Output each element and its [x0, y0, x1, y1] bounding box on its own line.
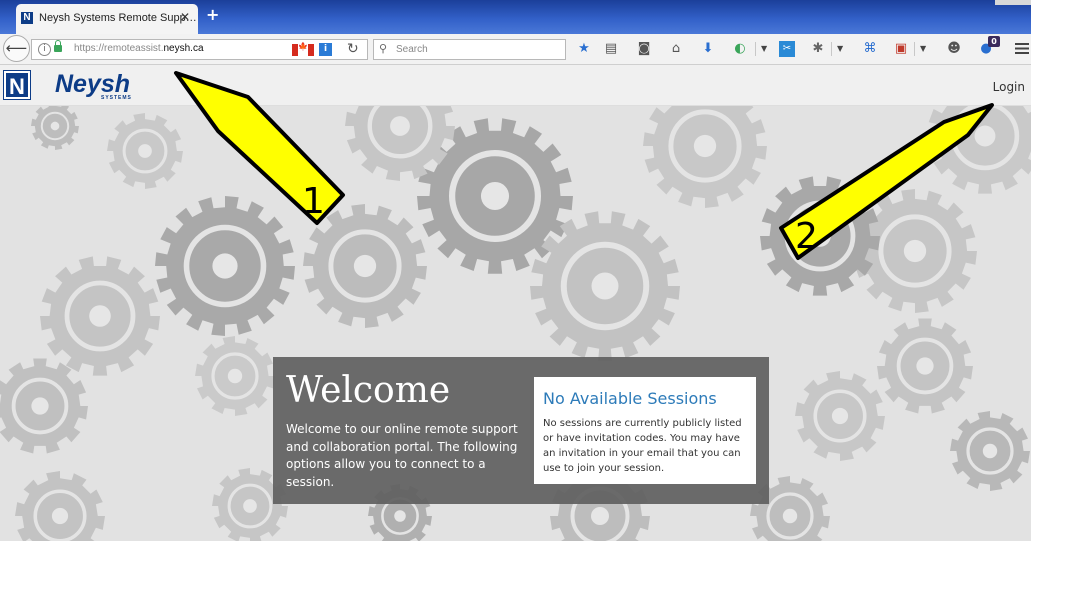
gear-icon [155, 196, 295, 336]
welcome-text: Welcome to our online remote support and… [286, 422, 518, 489]
sessions-card: No Available Sessions No sessions are cu… [534, 377, 756, 484]
reading-list-icon[interactable]: ▤ [603, 41, 619, 57]
chat-icon[interactable]: ☻ [946, 41, 962, 57]
window-controls [995, 0, 1031, 5]
url-text[interactable]: https://remoteassist.neysh.ca [74, 43, 204, 54]
browser-tab[interactable]: N Neysh Systems Remote Supp… ✕ [16, 4, 198, 34]
search-placeholder: Search [396, 44, 428, 55]
toolbar-separator [755, 42, 756, 56]
reload-icon[interactable]: ↻ [347, 41, 359, 57]
search-icon: ⚲ [379, 42, 388, 55]
navigation-toolbar: ⟵ i https://remoteassist.neysh.ca i ↻ ⚲ … [0, 34, 1031, 65]
chevron-down-icon[interactable]: ▼ [761, 41, 767, 57]
canada-flag-icon[interactable] [292, 42, 314, 56]
home-icon[interactable]: ⌂ [668, 41, 684, 57]
menu-icon[interactable] [1015, 43, 1029, 54]
download-icon[interactable]: ⬇ [700, 41, 716, 57]
gear-icon [950, 411, 1030, 491]
gear-icon [0, 358, 88, 454]
login-link[interactable]: Login [993, 80, 1025, 94]
translate-icon[interactable]: ◐ [732, 41, 748, 57]
gear-icon [303, 204, 427, 328]
back-button[interactable]: ⟵ [3, 35, 30, 62]
gear-icon [853, 189, 977, 313]
gear-icon [530, 211, 680, 361]
notification-count-badge: 0 [988, 36, 1000, 47]
gear-icon [107, 113, 183, 189]
url-host: neysh.ca [163, 43, 204, 54]
browser-window: N Neysh Systems Remote Supp… ✕ + ⟵ i htt… [0, 0, 1031, 541]
chevron-down-icon[interactable]: ▼ [837, 41, 843, 57]
welcome-panel: Welcome Welcome to our online remote sup… [273, 357, 769, 504]
search-box[interactable]: ⚲ Search [373, 39, 566, 60]
gear-icon [195, 336, 275, 416]
url-prefix: https://remoteassist. [74, 43, 164, 54]
sessions-title: No Available Sessions [543, 389, 717, 408]
screenshot-icon[interactable]: ✂ [779, 41, 795, 57]
gear-icon [643, 106, 767, 208]
site-info-icon[interactable]: i [38, 43, 51, 56]
logo-subtitle: SYSTEMS [101, 95, 132, 101]
gear-icon [877, 318, 973, 414]
container-icon[interactable]: ▣ [893, 41, 909, 57]
pocket-icon[interactable]: ◙ [636, 41, 652, 57]
page-content: Welcome Welcome to our online remote sup… [0, 106, 1031, 541]
gear-icon [927, 106, 1031, 194]
tab-title: Neysh Systems Remote Supp… [39, 12, 197, 24]
toolbar-separator [831, 42, 832, 56]
bookmark-star-icon[interactable]: ★ [576, 41, 592, 57]
secure-lock-icon [54, 40, 62, 52]
address-bar[interactable]: i https://remoteassist.neysh.ca i ↻ [31, 39, 368, 60]
sessions-text: No sessions are currently publicly liste… [543, 418, 742, 474]
gear-icon [15, 471, 105, 541]
welcome-title: Welcome [286, 370, 451, 411]
site-header: N Neysh SYSTEMS Login [0, 65, 1031, 106]
chevron-down-icon[interactable]: ▼ [920, 41, 926, 57]
new-tab-button[interactable]: + [206, 5, 219, 24]
logo-mark[interactable]: N [3, 70, 31, 100]
toolbar-separator [914, 42, 915, 56]
tab-bar: N Neysh Systems Remote Supp… ✕ + [0, 0, 1031, 34]
site-favicon-icon: N [21, 12, 33, 24]
extension-icon[interactable]: ✱ [810, 41, 826, 57]
gear-icon [31, 106, 79, 150]
gear-icon [40, 256, 160, 376]
gear-icon [795, 371, 885, 461]
gear-icon [760, 176, 880, 296]
addon-info-icon[interactable]: i [319, 43, 332, 56]
network-icon[interactable]: ⌘ [862, 41, 878, 57]
tab-close-icon[interactable]: ✕ [180, 10, 190, 24]
